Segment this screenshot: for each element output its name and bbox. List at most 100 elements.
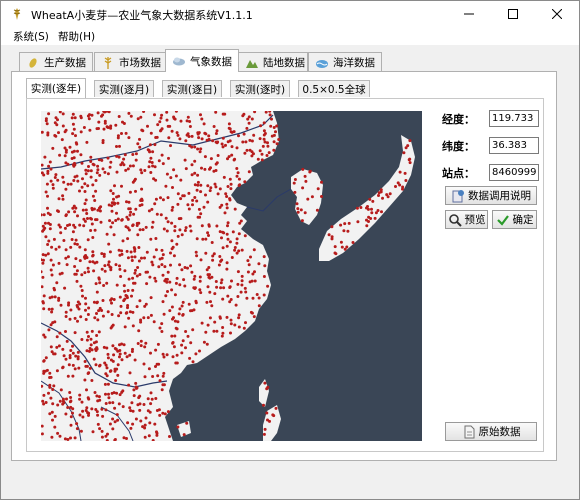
station-marker — [44, 356, 48, 360]
station-marker — [170, 129, 174, 133]
station-marker — [153, 143, 157, 147]
station-marker — [196, 147, 200, 151]
station-marker — [229, 298, 233, 301]
tab-ocean-data[interactable]: 海洋数据 — [308, 52, 382, 72]
station-marker — [145, 282, 149, 286]
station-marker — [64, 310, 68, 314]
station-marker — [403, 171, 407, 175]
latitude-input[interactable] — [489, 137, 539, 154]
data-help-button[interactable]: 数据调用说明 — [445, 186, 537, 205]
preview-button[interactable]: 预览 — [445, 210, 488, 229]
longitude-input[interactable] — [489, 110, 539, 127]
menu-system[interactable]: 系统(S) — [13, 29, 49, 44]
tab-market-data[interactable]: 市场数据 — [94, 52, 168, 72]
station-marker — [233, 323, 237, 327]
station-marker — [180, 268, 184, 272]
station-marker — [61, 175, 65, 179]
station-marker — [376, 209, 380, 212]
station-marker — [190, 134, 194, 138]
station-marker — [191, 198, 195, 202]
station-marker — [116, 418, 120, 422]
station-marker — [68, 317, 72, 321]
station-marker — [136, 142, 140, 146]
tab-land-data[interactable]: 陆地数据 — [238, 52, 308, 72]
tab-weather-data[interactable]: 气象数据 — [165, 49, 239, 72]
main-tab-strip: 生产数据 市场数据 气象数据 陆地数据 海洋数据 — [1, 49, 579, 72]
tab-label: 陆地数据 — [263, 57, 305, 69]
station-marker — [153, 202, 157, 206]
station-marker — [247, 115, 251, 119]
station-marker — [195, 199, 199, 203]
station-marker — [133, 358, 137, 362]
station-marker — [50, 310, 54, 314]
subtab-global-grid[interactable]: 0.5×0.5全球 — [298, 80, 370, 97]
station-marker — [176, 192, 180, 196]
station-marker — [240, 283, 244, 287]
station-marker — [83, 202, 87, 206]
station-marker — [248, 138, 252, 142]
station-marker — [327, 233, 331, 237]
station-marker — [175, 353, 179, 357]
station-marker — [346, 229, 350, 233]
station-marker — [224, 192, 228, 196]
station-marker — [91, 430, 95, 434]
station-marker — [72, 127, 76, 131]
station-marker — [208, 189, 212, 193]
subtab-yearly[interactable]: 实测(逐年) — [26, 78, 86, 98]
station-marker — [230, 279, 233, 283]
maximize-button[interactable] — [491, 1, 535, 27]
close-button[interactable] — [535, 1, 579, 27]
subtab-hourly[interactable]: 实测(逐时) — [230, 80, 290, 97]
station-marker — [139, 419, 143, 423]
station-marker — [379, 190, 383, 194]
station-marker — [134, 417, 138, 421]
station-marker — [204, 330, 208, 334]
station-marker — [129, 250, 133, 254]
station-marker — [126, 289, 130, 292]
station-marker — [115, 170, 119, 174]
station-marker — [94, 218, 97, 222]
station-marker — [200, 117, 204, 121]
station-marker — [177, 217, 181, 221]
station-marker — [125, 355, 129, 359]
station-map[interactable] — [41, 111, 422, 441]
station-marker — [132, 388, 136, 392]
station-marker — [117, 402, 121, 406]
station-marker — [87, 165, 90, 168]
station-input[interactable] — [489, 164, 539, 181]
station-marker — [197, 131, 201, 135]
station-marker — [233, 207, 237, 211]
subtab-monthly[interactable]: 实测(逐月) — [94, 80, 154, 97]
station-marker — [48, 213, 52, 217]
station-marker — [106, 352, 110, 356]
tab-label: 市场数据 — [119, 57, 161, 69]
station-marker — [53, 134, 57, 137]
raw-data-button[interactable]: 原始数据 — [445, 422, 537, 441]
station-marker — [73, 242, 77, 246]
minimize-button[interactable] — [447, 1, 491, 27]
subtab-daily[interactable]: 实测(逐日) — [162, 80, 222, 97]
station-marker — [129, 210, 133, 214]
menu-help[interactable]: 帮助(H) — [58, 29, 95, 44]
station-marker — [262, 121, 266, 125]
station-marker — [188, 125, 192, 128]
station-marker — [184, 167, 188, 171]
station-marker — [47, 328, 51, 332]
station-marker — [172, 345, 176, 349]
station-marker — [114, 219, 118, 222]
station-marker — [185, 119, 189, 123]
station-marker — [57, 245, 61, 249]
station-marker — [97, 330, 101, 334]
station-marker — [51, 186, 55, 190]
station-marker — [101, 299, 105, 302]
station-marker — [184, 226, 188, 230]
tab-production-data[interactable]: 生产数据 — [19, 52, 93, 72]
station-marker — [78, 189, 81, 193]
station-marker — [105, 281, 109, 285]
confirm-button[interactable]: 确定 — [492, 210, 537, 229]
station-marker — [270, 134, 274, 138]
station-marker — [240, 274, 244, 278]
station-marker — [81, 208, 85, 212]
station-marker — [169, 251, 172, 255]
station-marker — [61, 402, 65, 406]
